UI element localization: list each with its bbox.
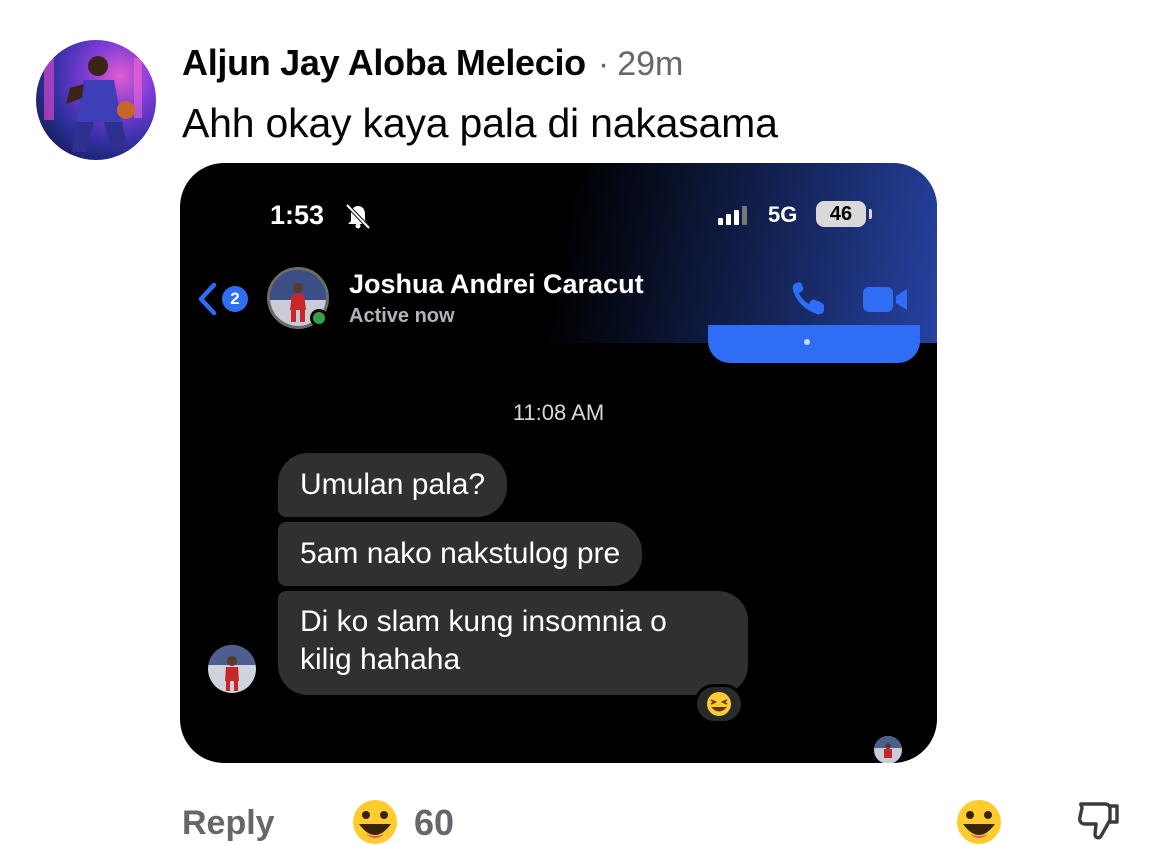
- comment-text: Ahh okay kaya pala di nakasama: [182, 100, 778, 146]
- message-bubble[interactable]: 5am nako nakstulog pre: [278, 522, 643, 586]
- battery-nub: [869, 209, 872, 219]
- laughing-emoji-icon: [707, 692, 731, 716]
- bubble-dot: [804, 339, 810, 345]
- video-call-icon[interactable]: [860, 281, 910, 317]
- attached-screenshot[interactable]: 1:53 5G 46 2 Joshua Andrei Caracut Activ…: [180, 163, 937, 763]
- signal-bars-icon: [718, 206, 747, 225]
- message-bubble[interactable]: Di ko slam kung insomnia o kilig hahaha: [278, 591, 748, 695]
- comment-header: Aljun Jay Aloba Melecio · 29m: [182, 42, 683, 86]
- react-haha-button-icon[interactable]: [954, 798, 1004, 845]
- contact-name[interactable]: Joshua Andrei Caracut: [349, 269, 644, 300]
- sender-avatar[interactable]: [208, 645, 256, 693]
- message-timestamp: 11:08 AM: [512, 400, 605, 425]
- read-receipt-avatar: [874, 736, 902, 763]
- comment-timestamp[interactable]: 29m: [617, 45, 683, 84]
- network-type: 5G: [768, 202, 798, 227]
- status-time: 1:53: [270, 200, 325, 230]
- thumbs-down-icon[interactable]: [1075, 798, 1121, 842]
- haha-reaction-icon[interactable]: [350, 798, 400, 845]
- battery-level: 46: [816, 201, 866, 227]
- reply-button[interactable]: Reply: [182, 804, 275, 843]
- bell-slash-icon: [345, 203, 371, 229]
- contact-status: Active now: [349, 305, 455, 327]
- separator-dot: ·: [597, 45, 610, 83]
- message-reaction[interactable]: [694, 684, 744, 724]
- message-bubble[interactable]: Umulan pala?: [278, 453, 508, 517]
- sent-message-bubble-partial: [708, 325, 920, 363]
- online-status-dot: [310, 309, 328, 327]
- phone-call-icon[interactable]: [788, 279, 830, 319]
- author-name[interactable]: Aljun Jay Aloba Melecio: [182, 42, 586, 84]
- back-chevron-icon[interactable]: [196, 281, 218, 317]
- commenter-avatar[interactable]: [36, 40, 156, 160]
- reaction-count[interactable]: 60: [414, 802, 454, 844]
- unread-badge[interactable]: 2: [222, 286, 248, 312]
